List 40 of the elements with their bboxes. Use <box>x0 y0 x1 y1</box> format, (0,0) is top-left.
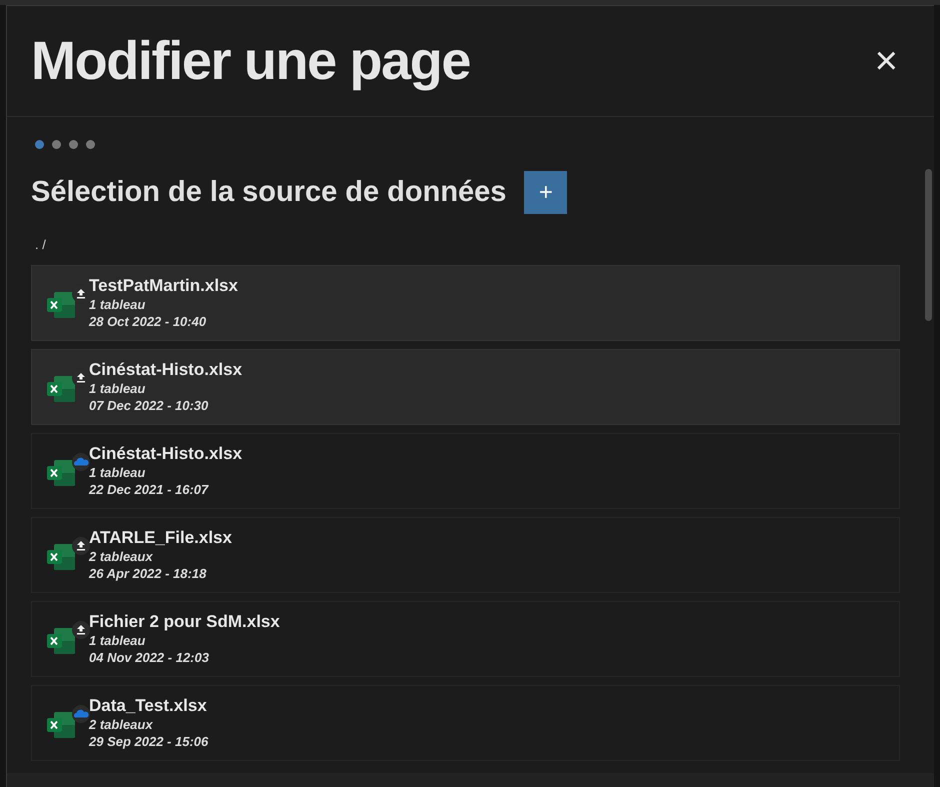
folder-path: . / <box>35 236 47 254</box>
table-count: 1 tableau <box>89 296 146 313</box>
upload-icon <box>72 537 90 555</box>
file-date: 07 Dec 2022 - 10:30 <box>89 397 210 414</box>
file-name: Fichier 2 pour SdM.xlsx <box>89 612 280 632</box>
table-count: 1 tableau <box>89 380 146 397</box>
file-date: 26 Apr 2022 - 18:18 <box>89 565 208 582</box>
file-item[interactable]: TestPatMartin.xlsx 1 tableau 28 Oct 2022 - 10:40 <box>31 265 900 341</box>
spreadsheet-icon <box>46 291 76 319</box>
table-count: 1 tableau <box>89 464 146 481</box>
file-name: Cinéstat-Histo.xlsx <box>89 360 242 380</box>
file-date: 28 Oct 2022 - 10:40 <box>89 313 208 330</box>
file-item[interactable]: Data_Test.xlsx 2 tableaux 29 Sep 2022 - 15:06 <box>31 685 900 761</box>
close-button[interactable]: × <box>874 41 898 81</box>
file-name: Data_Test.xlsx <box>89 696 208 716</box>
file-date: 04 Nov 2022 - 12:03 <box>89 649 210 666</box>
cloud-icon <box>72 453 90 471</box>
table-count: 1 tableau <box>89 632 146 649</box>
cloud-icon <box>72 705 90 723</box>
file-item[interactable]: Cinéstat-Histo.xlsx 1 tableau 07 Dec 2022 - 10:30 <box>31 349 900 425</box>
spreadsheet-icon <box>46 459 76 487</box>
scrollbar-thumb[interactable] <box>925 169 932 321</box>
table-count: 2 tableaux <box>89 716 154 733</box>
file-date: 22 Dec 2021 - 16:07 <box>89 481 210 498</box>
file-name: ATARLE_File.xlsx <box>89 528 232 548</box>
section-title: Sélection de la source de données <box>31 175 506 210</box>
spreadsheet-icon <box>46 711 76 739</box>
spreadsheet-icon <box>46 627 76 655</box>
file-item[interactable]: ATARLE_File.xlsx 2 tableaux 26 Apr 2022 - 18:18 <box>31 517 900 593</box>
file-item[interactable]: Cinéstat-Histo.xlsx 1 tableau 22 Dec 2021 - 16:07 <box>31 433 900 509</box>
upload-icon <box>72 621 90 639</box>
spreadsheet-icon <box>46 375 76 403</box>
spreadsheet-icon <box>46 543 76 571</box>
dialog-title: Modifier une page <box>31 30 470 92</box>
add-button[interactable]: + <box>524 171 568 214</box>
file-name: Cinéstat-Histo.xlsx <box>89 444 242 464</box>
table-count: 2 tableaux <box>89 548 154 565</box>
file-date: 29 Sep 2022 - 15:06 <box>89 733 208 750</box>
file-name: TestPatMartin.xlsx <box>89 276 238 296</box>
file-item[interactable]: Fichier 2 pour SdM.xlsx 1 tableau 04 Nov 2022 - 12:03 <box>31 601 900 677</box>
